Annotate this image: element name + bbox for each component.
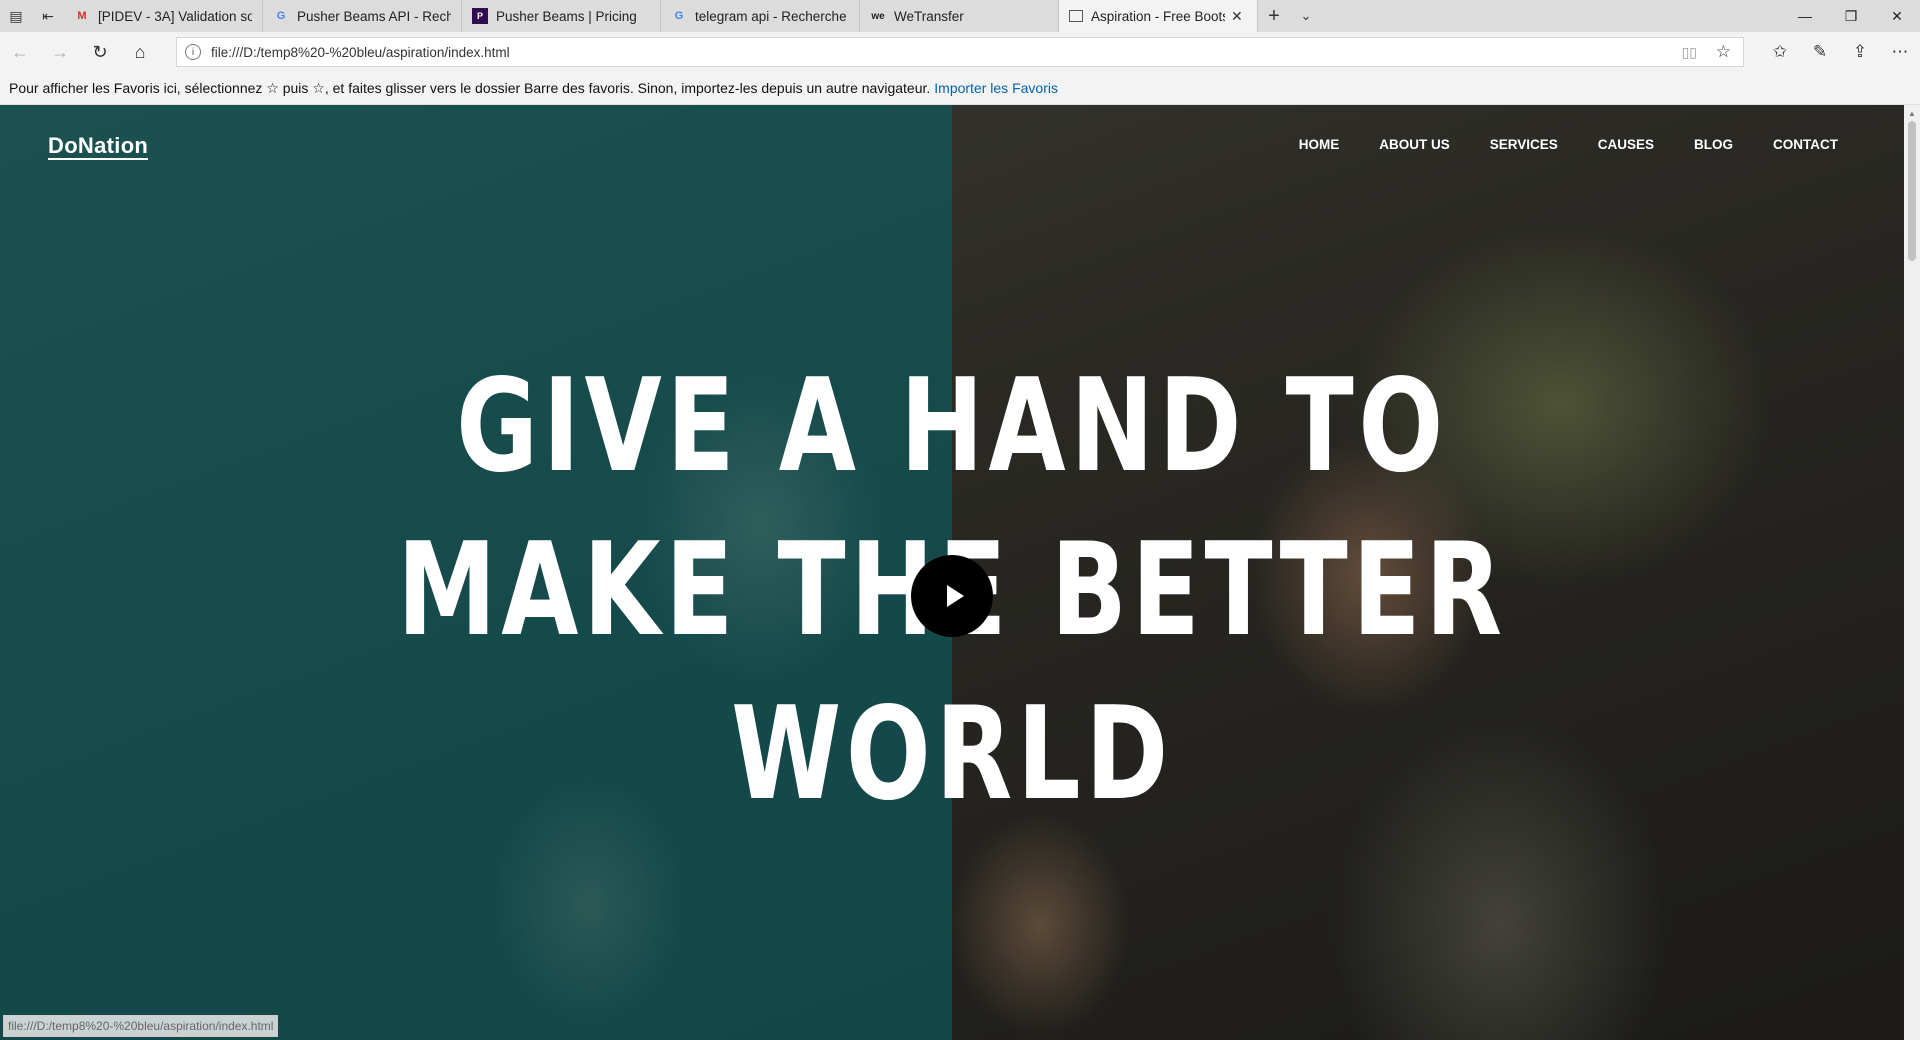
tab-title: Pusher Beams API - Recherc — [297, 8, 451, 24]
tab-strip: ▤ ⇤ M [PIDEV - 3A] Validation soft G Pus… — [0, 0, 1920, 32]
tab-title: [PIDEV - 3A] Validation soft — [98, 8, 252, 24]
menu-item-blog[interactable]: BLOG — [1694, 137, 1733, 152]
page-scrollbar[interactable]: ▲ — [1904, 105, 1920, 1040]
info-icon[interactable]: i — [185, 44, 201, 60]
play-video-button[interactable] — [911, 555, 993, 637]
hero-line: WORLD — [731, 680, 1173, 829]
page-viewport: DoNation HOME ABOUT US SERVICES CAUSES B… — [0, 105, 1904, 1040]
site-logo[interactable]: DoNation — [48, 133, 149, 160]
tab-wetransfer[interactable]: we WeTransfer — [860, 0, 1059, 32]
back-icon[interactable]: ← — [0, 32, 40, 72]
favorite-star-icon[interactable]: ☆ — [1716, 42, 1731, 62]
navigation-bar: ← → ↻ ⌂ i file:///D:/temp8%20-%20bleu/as… — [0, 32, 1920, 72]
page-icon — [1069, 10, 1083, 22]
share-icon[interactable]: ⇪ — [1840, 32, 1880, 72]
home-icon[interactable]: ⌂ — [120, 32, 160, 72]
tab-pusher-pricing[interactable]: P Pusher Beams | Pricing — [462, 0, 661, 32]
minimize-icon[interactable]: — — [1782, 0, 1828, 32]
site-logo-text[interactable]: DoNation — [48, 133, 149, 160]
browser-tools: ✩ ✎ ⇪ ⋯ — [1760, 32, 1920, 72]
status-bar-url: file:///D:/temp8%20-%20bleu/aspiration/i… — [3, 1015, 279, 1037]
scroll-up-icon[interactable]: ▲ — [1908, 109, 1916, 118]
menu-item-about-us[interactable]: ABOUT US — [1379, 137, 1450, 152]
tab-actions-icon[interactable]: ▤ — [0, 0, 32, 32]
menu-item-home[interactable]: HOME — [1299, 137, 1340, 152]
favorites-hub-icon[interactable]: ✩ — [1760, 32, 1800, 72]
restore-icon[interactable]: ❐ — [1828, 0, 1874, 32]
address-text[interactable]: file:///D:/temp8%20-%20bleu/aspiration/i… — [211, 45, 510, 60]
tab-title: telegram api - Recherche Gc — [695, 8, 849, 24]
scrollbar-thumb[interactable] — [1908, 121, 1916, 261]
menu-item-causes[interactable]: CAUSES — [1598, 137, 1654, 152]
hero-line: GIVE A HAND TO — [456, 352, 1448, 501]
favorites-bar-message: Pour afficher les Favoris ici, sélection… — [9, 79, 931, 96]
tab-gmail[interactable]: M [PIDEV - 3A] Validation soft — [64, 0, 263, 32]
tab-title: Pusher Beams | Pricing — [496, 8, 637, 24]
close-tab-icon[interactable]: ✕ — [1231, 8, 1247, 25]
tab-title: WeTransfer — [894, 8, 964, 24]
refresh-icon[interactable]: ↻ — [80, 32, 120, 72]
new-tab-icon[interactable]: + — [1258, 0, 1290, 32]
tab-title: Aspiration - Free Bootst — [1091, 8, 1225, 24]
set-aside-tabs-icon[interactable]: ⇤ — [32, 0, 64, 32]
google-icon: G — [674, 10, 684, 22]
gmail-icon: M — [77, 10, 87, 22]
google-icon: G — [276, 10, 286, 22]
site-menu: HOME ABOUT US SERVICES CAUSES BLOG CONTA… — [1299, 137, 1904, 152]
pusher-icon: P — [472, 8, 488, 24]
import-favorites-link[interactable]: Importer les Favoris — [934, 80, 1058, 96]
close-window-icon[interactable]: ✕ — [1874, 0, 1920, 32]
chevron-down-icon[interactable]: ⌄ — [1290, 0, 1322, 32]
favorites-bar: Pour afficher les Favoris ici, sélection… — [0, 72, 1920, 105]
menu-item-contact[interactable]: CONTACT — [1773, 137, 1838, 152]
tab-google-telegram[interactable]: G telegram api - Recherche Gc — [661, 0, 860, 32]
address-bar[interactable]: i file:///D:/temp8%20-%20bleu/aspiration… — [176, 37, 1744, 67]
reading-view-icon[interactable]: ▯▯ — [1682, 44, 1697, 61]
web-note-icon[interactable]: ✎ — [1800, 32, 1840, 72]
wetransfer-icon: we — [871, 10, 885, 22]
tab-google-pusher[interactable]: G Pusher Beams API - Recherc — [263, 0, 462, 32]
tab-aspiration[interactable]: Aspiration - Free Bootst ✕ — [1059, 0, 1258, 32]
more-icon[interactable]: ⋯ — [1880, 32, 1920, 72]
menu-item-services[interactable]: SERVICES — [1490, 137, 1558, 152]
forward-icon[interactable]: → — [40, 32, 80, 72]
window-controls: — ❐ ✕ — [1782, 0, 1920, 32]
